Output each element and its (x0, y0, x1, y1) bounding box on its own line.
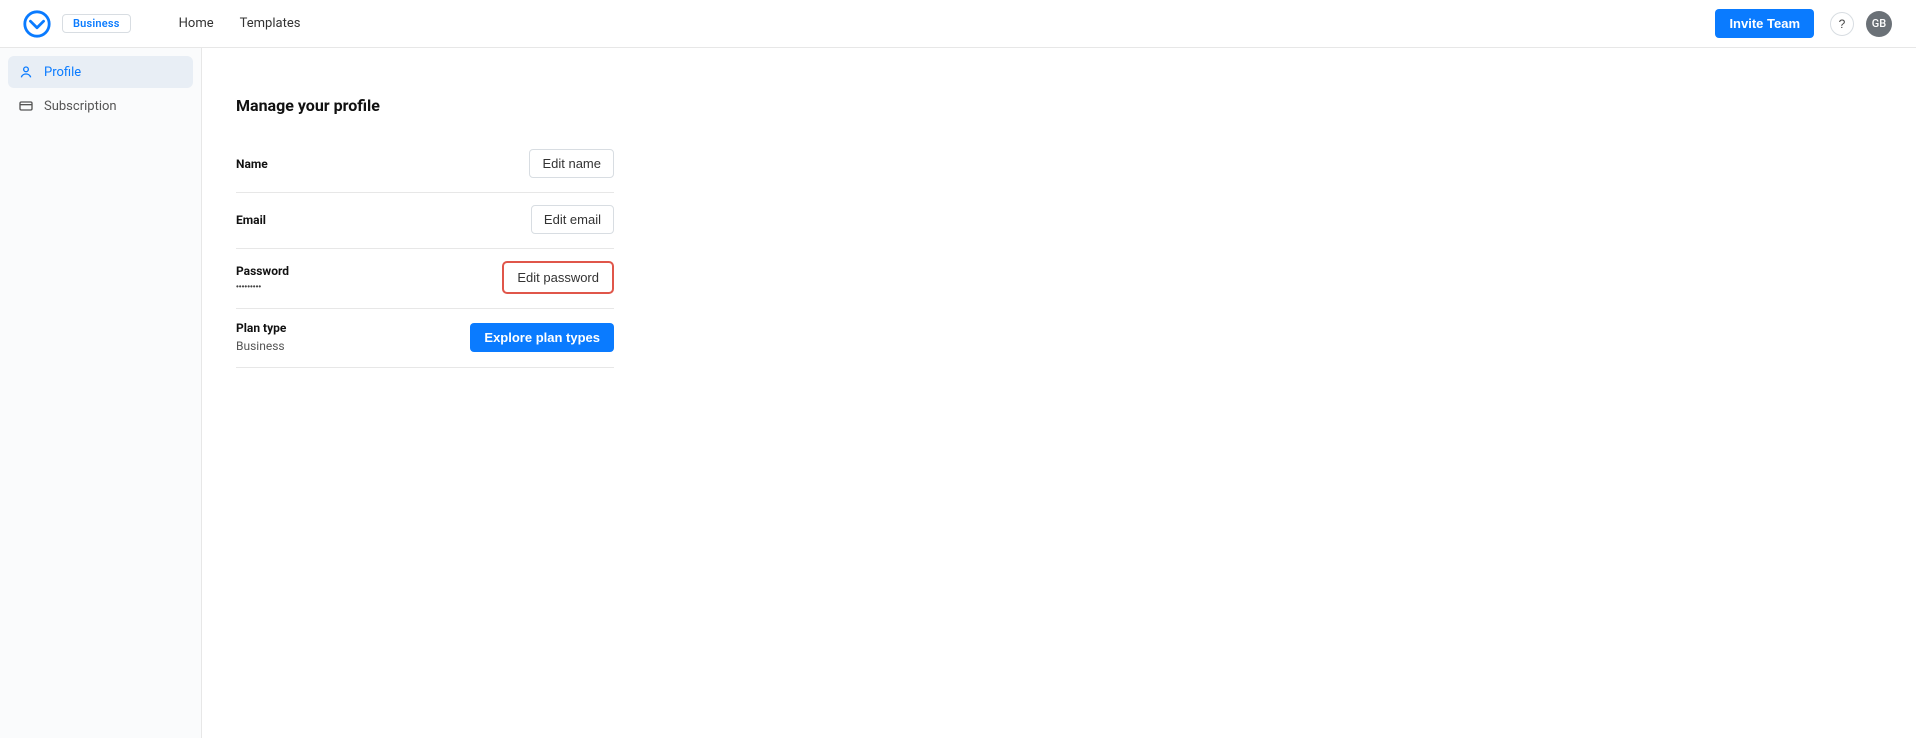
avatar[interactable]: GB (1866, 11, 1892, 37)
profile-row-plan: Plan type Business Explore plan types (236, 309, 614, 368)
sidebar-item-subscription[interactable]: Subscription (8, 90, 193, 122)
help-icon: ? (1839, 17, 1846, 31)
invite-team-button[interactable]: Invite Team (1715, 9, 1814, 38)
plan-badge: Business (62, 14, 131, 33)
main-content: Manage your profile Name Edit name Email… (202, 48, 1916, 738)
row-label: Email (236, 213, 266, 227)
user-icon (18, 64, 34, 80)
settings-sidebar: Profile Subscription (0, 48, 202, 738)
row-label: Plan type (236, 321, 286, 335)
logo-icon (22, 9, 52, 39)
sidebar-item-label: Subscription (44, 99, 117, 114)
edit-name-button[interactable]: Edit name (529, 149, 614, 178)
profile-row-password: Password ••••••••• Edit password (236, 249, 614, 309)
help-button[interactable]: ? (1830, 12, 1854, 36)
plan-value: Business (236, 339, 286, 353)
row-label: Password (236, 264, 289, 278)
app-header: Business Home Templates Invite Team ? GB (0, 0, 1916, 48)
nav-templates[interactable]: Templates (240, 16, 301, 31)
row-label: Name (236, 157, 268, 171)
sidebar-item-profile[interactable]: Profile (8, 56, 193, 88)
edit-email-button[interactable]: Edit email (531, 205, 614, 234)
explore-plans-button[interactable]: Explore plan types (470, 323, 614, 352)
credit-card-icon (18, 98, 34, 114)
page-body: Profile Subscription Manage your profile… (0, 48, 1916, 738)
sidebar-item-label: Profile (44, 65, 81, 80)
sidebar-list: Profile Subscription (0, 56, 201, 122)
edit-password-button[interactable]: Edit password (505, 264, 611, 291)
password-mask: ••••••••• (236, 282, 289, 291)
profile-row-email: Email Edit email (236, 193, 614, 249)
page-title: Manage your profile (236, 96, 614, 115)
profile-row-name: Name Edit name (236, 137, 614, 193)
brand-block: Business (22, 9, 131, 39)
nav-home[interactable]: Home (179, 16, 214, 31)
highlight-annotation: Edit password (502, 261, 614, 294)
top-nav: Home Templates (179, 16, 301, 31)
